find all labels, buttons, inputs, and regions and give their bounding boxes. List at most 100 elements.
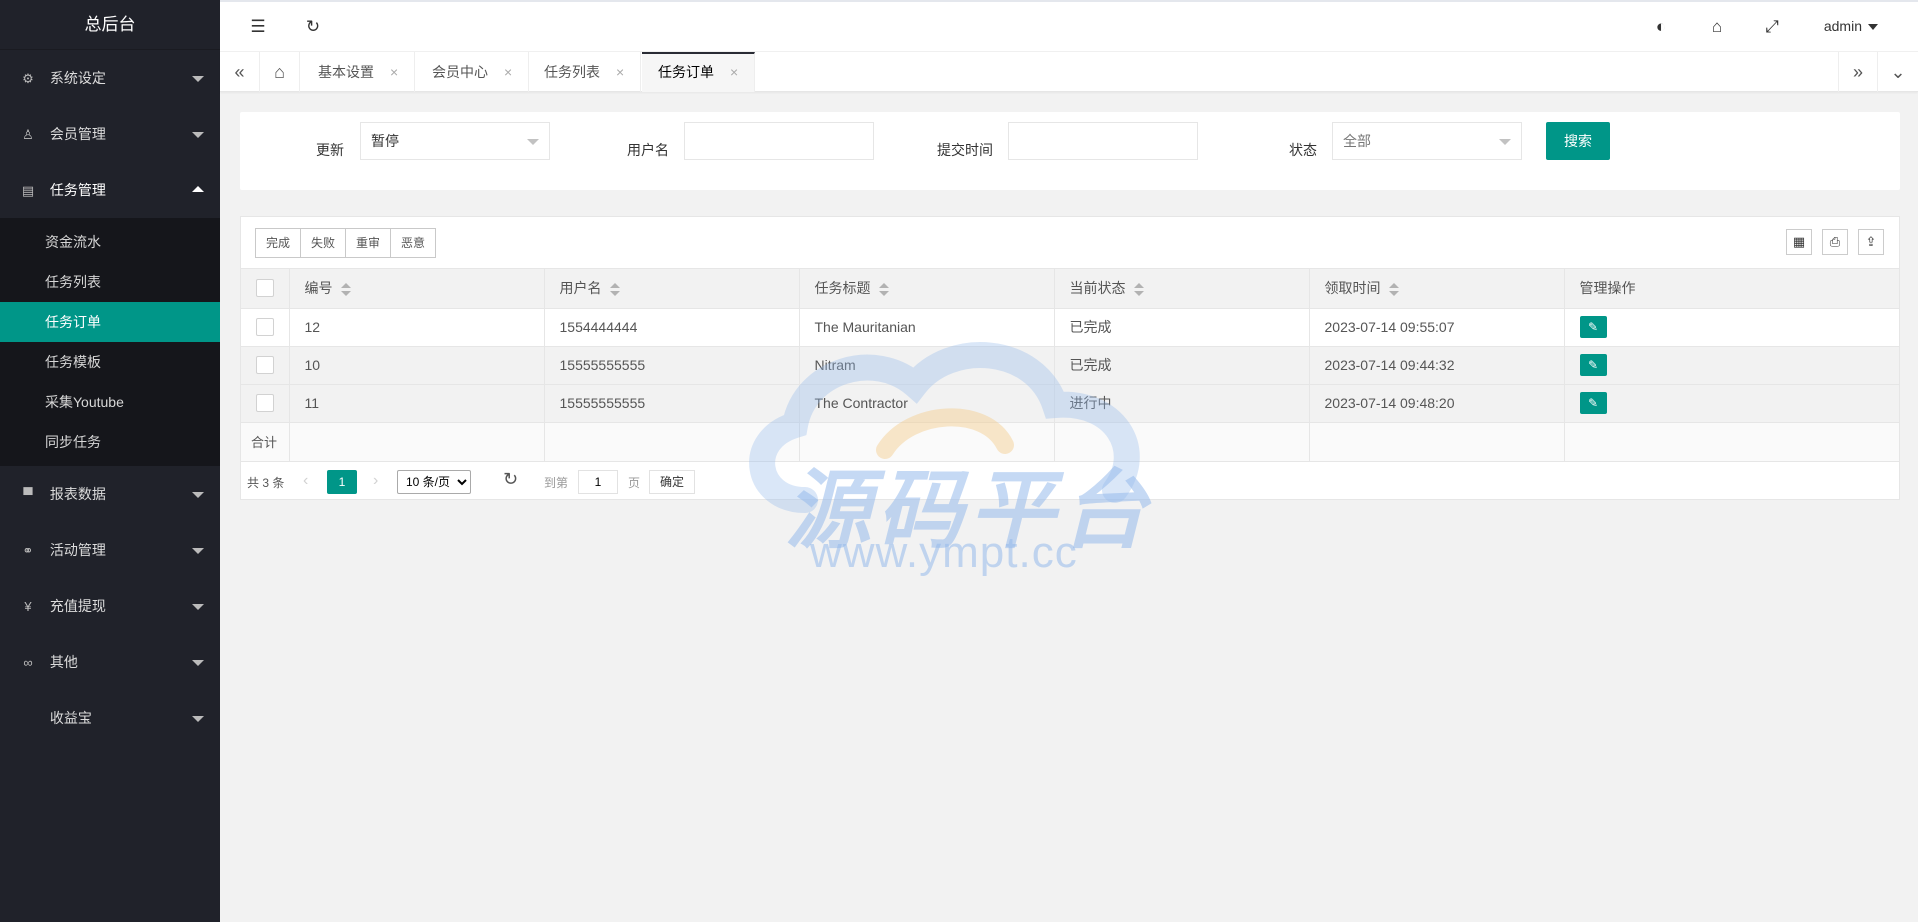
tag-icon[interactable]: ⌂ bbox=[1706, 16, 1728, 38]
summary-cell bbox=[1309, 422, 1565, 462]
col-task-title[interactable]: 任务标题 bbox=[799, 269, 1055, 309]
next-page-icon[interactable]: › bbox=[373, 472, 378, 490]
palette-icon[interactable]: ◐ bbox=[1650, 16, 1672, 38]
update-select[interactable]: 暂停 bbox=[360, 122, 550, 160]
nav-label: 报表数据 bbox=[49, 486, 106, 502]
re-review-button[interactable]: 重审 bbox=[345, 228, 392, 258]
sort-icon[interactable] bbox=[878, 282, 889, 297]
nav-label: 会员管理 bbox=[49, 126, 106, 142]
col-status[interactable]: 当前状态 bbox=[1054, 269, 1310, 309]
sort-icon[interactable] bbox=[340, 282, 351, 297]
col-id[interactable]: 编号 bbox=[289, 269, 545, 309]
nav-system-settings[interactable]: ⚙ 系统设定 bbox=[0, 50, 220, 106]
goto-page-input[interactable] bbox=[578, 469, 618, 494]
print-icon[interactable]: ⎙ bbox=[1822, 229, 1848, 255]
sort-icon[interactable] bbox=[609, 282, 620, 297]
close-icon[interactable]: × bbox=[730, 64, 738, 80]
sub-item-sync-tasks[interactable]: 同步任务 bbox=[0, 422, 220, 462]
tabs-scroll-left-icon[interactable]: « bbox=[220, 52, 260, 92]
page-size-select[interactable]: 10 条/页 bbox=[397, 469, 471, 494]
col-claim-time[interactable]: 领取时间 bbox=[1309, 269, 1565, 309]
nav-other[interactable]: ∞ 其他 bbox=[0, 634, 220, 690]
nav-member-management[interactable]: ♙ 会员管理 bbox=[0, 106, 220, 162]
row-checkbox[interactable] bbox=[255, 356, 274, 375]
tabs-scroll-right-icon[interactable]: » bbox=[1838, 52, 1878, 92]
update-select-value: 暂停 bbox=[371, 133, 399, 149]
cell-claim-time: 2023-07-14 09:55:07 bbox=[1309, 308, 1565, 347]
summary-cell bbox=[799, 422, 1055, 462]
chevron-down-icon bbox=[192, 716, 204, 722]
cell-actions: ✎ bbox=[1564, 308, 1899, 347]
username-input[interactable] bbox=[684, 122, 874, 160]
close-icon[interactable]: × bbox=[616, 64, 624, 80]
sub-item-collect-youtube[interactable]: 采集Youtube bbox=[0, 382, 220, 422]
cell-username: 15555555555 bbox=[544, 384, 800, 423]
nav-report-data[interactable]: ▀ 报表数据 bbox=[0, 466, 220, 522]
edit-icon[interactable]: ✎ bbox=[1579, 354, 1607, 376]
refresh-icon[interactable]: ↻ bbox=[302, 16, 324, 38]
tab-label: 任务订单 bbox=[658, 64, 714, 80]
sort-icon[interactable] bbox=[1388, 282, 1399, 297]
refresh-icon[interactable]: ↻ bbox=[503, 469, 518, 490]
malicious-button[interactable]: 恶意 bbox=[390, 228, 437, 258]
nav-yield-treasure[interactable]: 收益宝 bbox=[0, 690, 220, 746]
close-icon[interactable]: × bbox=[390, 64, 398, 80]
pager-total: 共 3 条 bbox=[247, 475, 285, 490]
tab-basic-settings[interactable]: 基本设置 × bbox=[302, 52, 416, 92]
fail-button[interactable]: 失败 bbox=[300, 228, 347, 258]
user-menu[interactable]: admin bbox=[1824, 18, 1878, 34]
status-select[interactable]: 全部 bbox=[1332, 122, 1522, 160]
summary-cell bbox=[1054, 422, 1310, 462]
nav-activity-management[interactable]: ⚭ 活动管理 bbox=[0, 522, 220, 578]
search-button[interactable]: 搜索 bbox=[1546, 122, 1610, 160]
chevron-down-icon bbox=[192, 548, 204, 554]
tab-task-list[interactable]: 任务列表 × bbox=[528, 52, 642, 92]
col-username[interactable]: 用户名 bbox=[544, 269, 800, 309]
sort-icon[interactable] bbox=[1133, 282, 1144, 297]
page-1-button[interactable]: 1 bbox=[327, 469, 357, 494]
row-checkbox[interactable] bbox=[255, 394, 274, 413]
cell-id: 11 bbox=[289, 384, 545, 423]
home-icon[interactable]: ⌂ bbox=[260, 52, 300, 92]
columns-icon[interactable]: ▦ bbox=[1786, 229, 1812, 255]
complete-button[interactable]: 完成 bbox=[255, 228, 302, 258]
username-label: 用户名 bbox=[627, 142, 669, 158]
cell-id: 12 bbox=[289, 308, 545, 347]
cell-status: 进行中 bbox=[1054, 384, 1310, 423]
nav-label: 收益宝 bbox=[49, 710, 92, 726]
row-select-cell bbox=[241, 346, 290, 385]
submit-time-input[interactable] bbox=[1008, 122, 1198, 160]
tabs-menu-chevron-icon[interactable]: ⌄ bbox=[1878, 52, 1918, 92]
row-checkbox[interactable] bbox=[255, 318, 274, 337]
edit-icon[interactable]: ✎ bbox=[1579, 316, 1607, 338]
username: admin bbox=[1823, 18, 1862, 34]
row-select-cell bbox=[241, 308, 290, 347]
table-row: 12 1554444444 The Mauritanian 已完成 2023-0… bbox=[241, 308, 1899, 347]
close-icon[interactable]: × bbox=[504, 64, 512, 80]
cell-username: 1554444444 bbox=[544, 308, 800, 347]
select-all-checkbox[interactable] bbox=[255, 279, 274, 298]
menu-toggle-icon[interactable]: ☰ bbox=[247, 16, 269, 38]
chevron-down-icon bbox=[192, 76, 204, 82]
fullscreen-icon[interactable]: ⤢ bbox=[1761, 16, 1783, 38]
summary-cell bbox=[544, 422, 800, 462]
nav-task-management[interactable]: ▤ 任务管理 bbox=[0, 162, 220, 218]
cell-claim-time: 2023-07-14 09:48:20 bbox=[1309, 384, 1565, 423]
watermark-url: www.ympt.cc bbox=[810, 528, 1078, 577]
tab-task-orders[interactable]: 任务订单 × bbox=[642, 52, 756, 92]
sub-item-task-orders[interactable]: 任务订单 bbox=[0, 302, 220, 342]
edit-icon[interactable]: ✎ bbox=[1579, 392, 1607, 414]
sub-item-task-templates[interactable]: 任务模板 bbox=[0, 342, 220, 382]
tab-member-center[interactable]: 会员中心 × bbox=[416, 52, 530, 92]
table-row: 11 15555555555 The Contractor 进行中 2023-0… bbox=[241, 384, 1899, 423]
table-tools: ▦ ⎙ ⇪ bbox=[1776, 229, 1884, 255]
filter-panel: 更新 暂停 用户名 提交时间 状态 全部 搜索 bbox=[240, 112, 1900, 190]
export-icon[interactable]: ⇪ bbox=[1858, 229, 1884, 255]
goto-label: 到第 bbox=[544, 475, 569, 490]
nav-recharge-withdraw[interactable]: ¥ 充值提现 bbox=[0, 578, 220, 634]
goto-confirm-button[interactable]: 确定 bbox=[649, 469, 696, 494]
prev-page-icon[interactable]: ‹ bbox=[303, 472, 308, 490]
sub-item-fund-flow[interactable]: 资金流水 bbox=[0, 222, 220, 262]
col-claim-time-label: 领取时间 bbox=[1324, 280, 1381, 297]
sub-item-task-list[interactable]: 任务列表 bbox=[0, 262, 220, 302]
